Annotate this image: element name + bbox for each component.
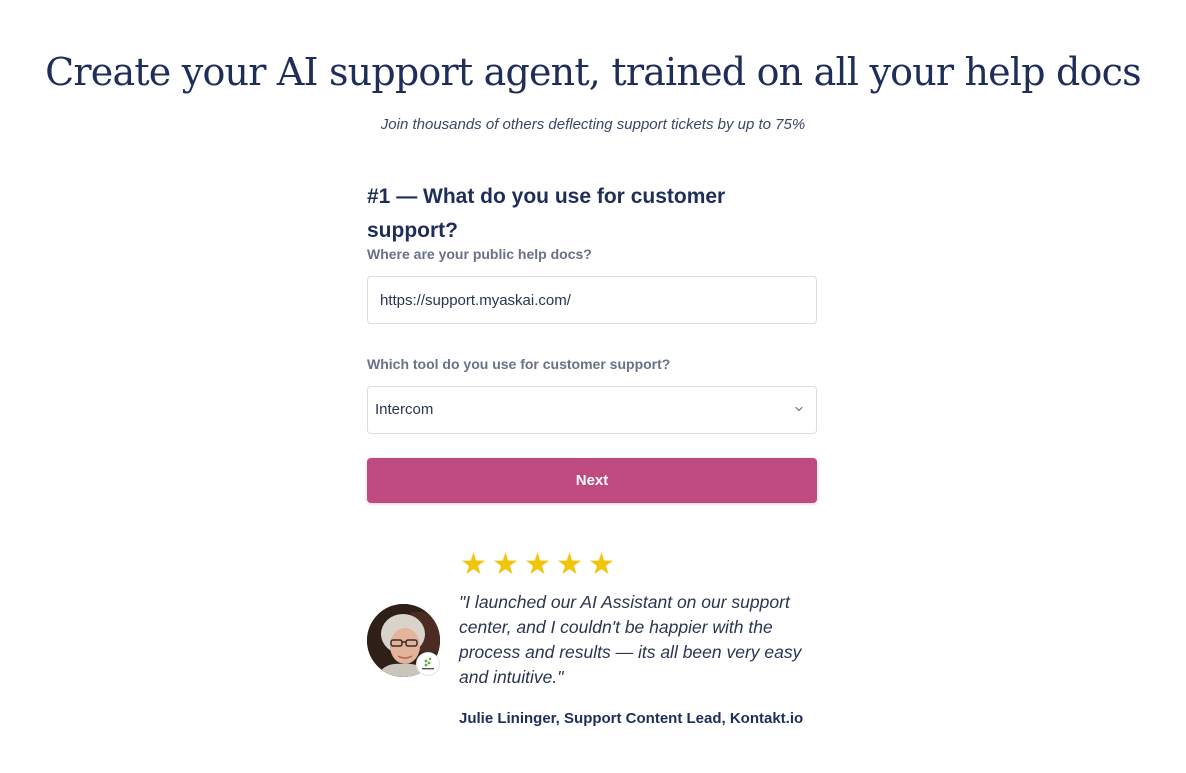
- star-icon: ★: [524, 548, 551, 581]
- page-subtitle: Join thousands of others deflecting supp…: [380, 116, 806, 133]
- testimonial-quote: "I launched our AI Assistant on our supp…: [459, 592, 802, 687]
- page-title: Create your AI support agent, trained on…: [45, 50, 1141, 94]
- support-tool-selected-value: Intercom: [375, 401, 434, 418]
- star-rating: ★ ★ ★ ★ ★: [459, 548, 616, 582]
- testimonial-author: Julie Lininger, Support Content Lead, Ko…: [459, 710, 804, 727]
- star-icon: ★: [460, 548, 487, 581]
- next-button[interactable]: Next: [367, 458, 817, 503]
- testimonial: ★ ★ ★ ★ ★ "I launched our AI Assistant o…: [367, 548, 817, 748]
- chevron-down-icon: [795, 406, 803, 412]
- star-icon: ★: [588, 548, 615, 581]
- star-icon: ★: [492, 548, 519, 581]
- help-docs-url-input[interactable]: [367, 276, 817, 324]
- signup-page: Create your AI support agent, trained on…: [0, 0, 1186, 773]
- kontakt-logo-icon: [416, 652, 440, 676]
- star-icon: ★: [556, 548, 583, 581]
- help-docs-label: Where are your public help docs?: [367, 246, 592, 262]
- support-tool-label: Which tool do you use for customer suppo…: [367, 356, 671, 372]
- support-tool-select[interactable]: Intercom: [367, 386, 817, 434]
- step-heading: #1 — What do you use for customer suppor…: [367, 185, 726, 242]
- onboarding-form: #1 — What do you use for customer suppor…: [367, 180, 817, 503]
